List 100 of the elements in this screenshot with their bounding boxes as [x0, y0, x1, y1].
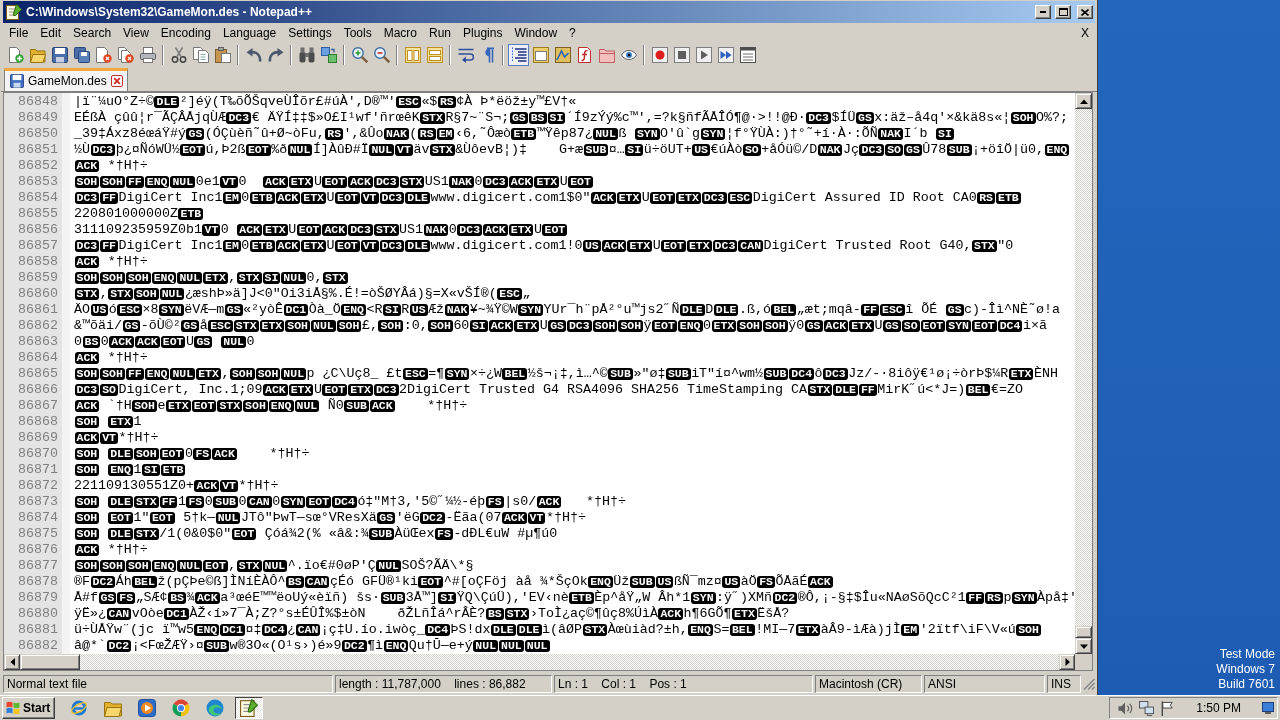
code-text: €úÀò: [710, 142, 743, 158]
code-text: ÕÅãÉ: [775, 574, 808, 590]
menu-item[interactable]: Run: [423, 24, 458, 41]
maximize-button[interactable]: [1055, 5, 1071, 19]
code-text: ¿æshÞ»ä]J<0"Oi3iÅ§%.É!=òŠØYÂá)§=X«vŠÍ®(: [184, 286, 497, 302]
code-text: *†H†÷: [238, 478, 279, 494]
control-code: STX: [236, 560, 262, 572]
menu-item[interactable]: Settings: [282, 24, 338, 41]
horizontal-scrollbar[interactable]: [4, 654, 1075, 670]
line-number: 86864: [17, 350, 59, 366]
control-code: NUL: [287, 144, 313, 156]
code-text: 0: [238, 494, 247, 510]
start-button[interactable]: Start: [2, 697, 56, 719]
copy-icon: [192, 46, 209, 63]
control-code: FS: [193, 448, 212, 460]
control-code: STX: [582, 624, 608, 636]
file-tab[interactable]: GameMon.des: [4, 68, 128, 91]
control-code: DLE: [405, 240, 430, 252]
menu-item[interactable]: ?: [563, 24, 582, 41]
toolbar-button[interactable]: [508, 43, 529, 66]
binoculars-icon: [298, 46, 315, 63]
control-code: ETX: [288, 384, 314, 396]
code-text: ‹6,˜Ôæò: [454, 126, 511, 142]
code-text: Qu†Ū—e+ý: [408, 638, 473, 654]
scroll-thumb[interactable]: [20, 654, 80, 670]
line-number: 86879: [17, 590, 59, 606]
notepad-icon: [240, 699, 259, 717]
show-desktop-button[interactable]: [1261, 700, 1275, 716]
code-text: àÖ: [740, 574, 757, 590]
control-code: ACK: [322, 224, 348, 236]
control-code: ACK: [536, 496, 562, 508]
menu-item[interactable]: Tools: [337, 24, 378, 41]
line-number: 86880: [17, 606, 59, 622]
stop-icon: [673, 46, 690, 63]
control-code: GS: [882, 320, 901, 332]
line-number: 86871: [17, 462, 59, 478]
scroll-arrow-button[interactable]: [1059, 654, 1075, 670]
line-number: 86858: [17, 254, 59, 270]
line-number: 86868: [17, 414, 59, 430]
control-code: ETX: [203, 272, 228, 284]
control-code: ETX: [196, 368, 221, 380]
control-code: SI: [383, 304, 401, 316]
scroll-arrow-button[interactable]: [4, 654, 20, 670]
taskbar-button[interactable]: [235, 697, 264, 719]
code-text: US1: [399, 222, 424, 238]
code-text: ¤…: [608, 142, 625, 158]
control-code: EOT: [160, 336, 186, 348]
menu-item[interactable]: Edit: [34, 24, 68, 41]
control-code: ACK: [109, 336, 135, 348]
fast-forward-icon: [717, 46, 734, 63]
status-field: ANSI: [924, 675, 1045, 693]
control-code: SUB: [369, 528, 395, 540]
control-code: ACK: [488, 320, 514, 332]
menu-item[interactable]: Search: [67, 24, 118, 41]
control-code: NUL: [369, 144, 395, 156]
scroll-thumb[interactable]: [1075, 626, 1092, 638]
control-code: GS: [194, 336, 213, 348]
menu-item[interactable]: File: [3, 24, 35, 41]
control-code: GS: [186, 128, 205, 140]
code-text: ,: [221, 366, 230, 382]
control-code: DC3: [859, 144, 885, 156]
network-icon: [1139, 700, 1155, 716]
close-button[interactable]: [1077, 5, 1093, 19]
vertical-scrollbar[interactable]: [1075, 93, 1092, 654]
close-document-button[interactable]: X: [1075, 24, 1095, 41]
minimize-button[interactable]: [1035, 5, 1051, 19]
clock[interactable]: 1:50 PM: [1196, 701, 1241, 715]
control-code: NUL: [215, 512, 241, 524]
control-code: ETX: [686, 240, 712, 252]
code-text: p: [1003, 590, 1012, 606]
control-code: NUL: [177, 560, 203, 572]
control-code: ACK: [501, 512, 527, 524]
scroll-arrow-button[interactable]: [1075, 638, 1092, 654]
menu-item[interactable]: Macro: [377, 24, 423, 41]
control-code: ETX: [263, 224, 288, 236]
control-code: NUL: [499, 640, 524, 652]
control-code: SYN: [946, 320, 971, 332]
menu-item[interactable]: Window: [508, 24, 564, 41]
menu-item[interactable]: View: [117, 24, 155, 41]
line-number: 86873: [17, 494, 59, 510]
control-code: SOH: [74, 512, 100, 524]
menu-item[interactable]: Encoding: [154, 24, 217, 41]
control-code: SUB: [608, 368, 633, 380]
code-text: Í]ÀûÐ#Ï: [312, 142, 369, 158]
code-text: ×8: [142, 302, 159, 318]
code-text: MirK˝ú<*J=): [877, 382, 966, 398]
code-text: www.digicert.com1!0: [430, 238, 583, 254]
scroll-arrow-button[interactable]: [1075, 93, 1092, 109]
code-text: *†H†÷: [106, 254, 148, 270]
menu-item[interactable]: Language: [216, 24, 283, 41]
code-text: 0,: [306, 270, 323, 286]
menu-item[interactable]: Plugins: [457, 24, 509, 41]
code-text: ËšÅ?: [757, 606, 790, 622]
code-text: ¾: [186, 590, 195, 606]
control-code: SOH: [285, 320, 310, 332]
control-code: NAK: [817, 144, 843, 156]
line-number: 86863: [17, 334, 59, 350]
control-code: BS: [285, 576, 304, 588]
control-code: ACK: [275, 192, 301, 204]
code-text: $ÍÜ: [831, 110, 856, 126]
